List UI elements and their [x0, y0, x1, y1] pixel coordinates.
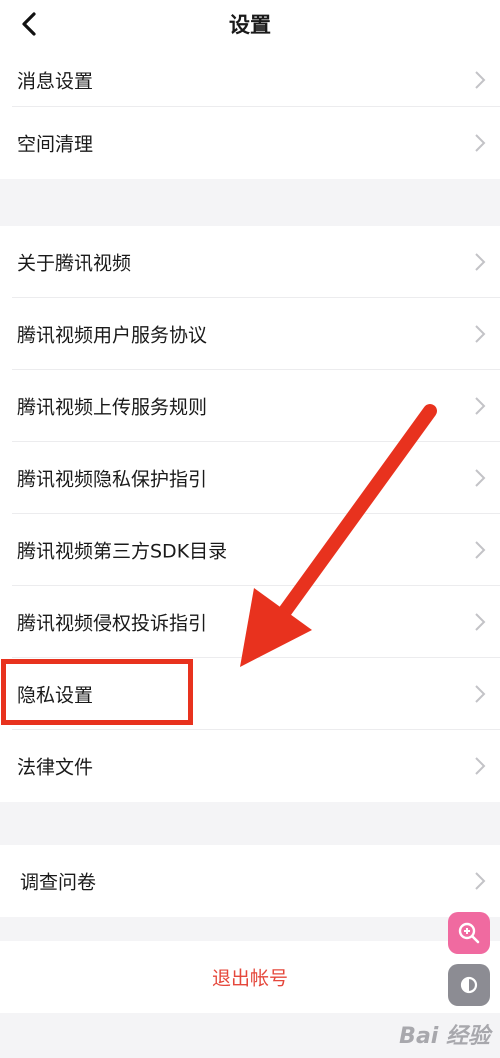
settings-item-privacy-guide[interactable]: 腾讯视频隐私保护指引	[0, 442, 500, 514]
contrast-button[interactable]	[448, 964, 490, 1006]
settings-item-label: 腾讯视频隐私保护指引	[17, 468, 208, 491]
logout-label: 退出帐号	[211, 967, 288, 990]
settings-item-legal-documents[interactable]: 法律文件	[0, 730, 500, 802]
settings-item-label: 腾讯视频第三方SDK目录	[17, 540, 228, 563]
settings-item-storage-clean[interactable]: 空间清理	[0, 107, 500, 179]
chevron-right-icon	[475, 872, 486, 890]
settings-item-label: 空间清理	[17, 133, 94, 156]
zoom-in-icon	[458, 922, 480, 944]
chevron-right-icon	[475, 541, 486, 559]
settings-item-upload-rules[interactable]: 腾讯视频上传服务规则	[0, 370, 500, 442]
settings-group-about: 关于腾讯视频 腾讯视频用户服务协议 腾讯视频上传服务规则 腾讯视频隐私保护指引 …	[0, 226, 500, 802]
settings-item-label: 隐私设置	[17, 684, 94, 707]
settings-item-label: 法律文件	[17, 756, 94, 779]
watermark: Bai 经验	[399, 1024, 490, 1049]
settings-group-general: 消息设置 空间清理	[0, 36, 500, 179]
chevron-right-icon	[475, 253, 486, 271]
settings-item-label: 腾讯视频用户服务协议	[17, 324, 208, 347]
settings-item-survey[interactable]: 调查问卷	[0, 845, 500, 917]
chevron-right-icon	[475, 469, 486, 487]
settings-item-label: 腾讯视频侵权投诉指引	[17, 612, 208, 635]
chevron-right-icon	[475, 757, 486, 775]
settings-item-infringement-guide[interactable]: 腾讯视频侵权投诉指引	[0, 586, 500, 658]
chevron-right-icon	[475, 71, 486, 89]
settings-item-message[interactable]: 消息设置	[0, 36, 500, 107]
chevron-right-icon	[475, 325, 486, 343]
settings-group-survey: 调查问卷	[0, 845, 500, 917]
logout-button[interactable]: 退出帐号	[0, 941, 500, 1013]
settings-item-privacy-settings[interactable]: 隐私设置	[0, 658, 500, 730]
settings-item-label: 消息设置	[17, 70, 94, 93]
settings-item-label: 关于腾讯视频	[17, 252, 132, 275]
chevron-right-icon	[475, 613, 486, 631]
settings-item-about[interactable]: 关于腾讯视频	[0, 226, 500, 298]
chevron-right-icon	[475, 397, 486, 415]
zoom-button[interactable]	[448, 912, 490, 954]
chevron-right-icon	[475, 134, 486, 152]
chevron-right-icon	[475, 685, 486, 703]
settings-item-label: 腾讯视频上传服务规则	[17, 396, 208, 419]
settings-item-label: 调查问卷	[20, 871, 97, 894]
page-title: 设置	[229, 13, 271, 37]
settings-item-sdk-directory[interactable]: 腾讯视频第三方SDK目录	[0, 514, 500, 586]
settings-item-user-agreement[interactable]: 腾讯视频用户服务协议	[0, 298, 500, 370]
contrast-icon	[460, 976, 478, 994]
